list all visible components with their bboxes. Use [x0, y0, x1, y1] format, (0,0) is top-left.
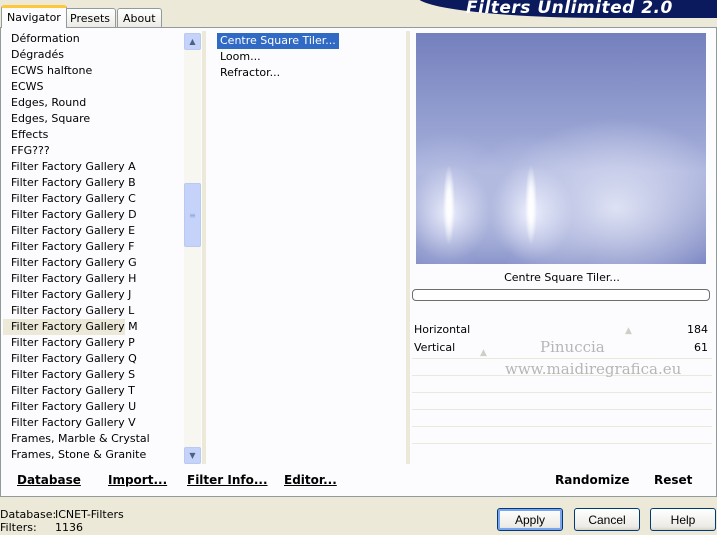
preview-image [416, 33, 706, 264]
list-item[interactable]: ECWS halftone [3, 63, 183, 79]
tab-presets[interactable]: Presets [64, 8, 117, 27]
list-item[interactable]: Filter Factory Gallery B [3, 175, 183, 191]
list-item[interactable]: Filter Factory Gallery E [3, 223, 183, 239]
param-row-empty [412, 409, 712, 425]
column-divider [406, 31, 410, 464]
list-item[interactable]: Edges, Round [3, 95, 183, 111]
list-item[interactable]: Filter Factory Gallery J [3, 287, 183, 303]
app-title: Filters Unlimited 2.0 [466, 0, 673, 18]
help-button[interactable]: Help [650, 508, 716, 531]
list-item[interactable]: Frames, Marble & Crystal [3, 431, 183, 447]
list-item[interactable]: Effects [3, 127, 183, 143]
filter-item-selected[interactable]: Centre Square Tiler... [217, 33, 339, 49]
list-item[interactable]: FFG??? [3, 143, 183, 159]
database-label: Database: [0, 508, 57, 521]
filters-count-label: Filters: [0, 521, 37, 534]
list-item[interactable]: Filter Factory Gallery L [3, 303, 183, 319]
progress-bar [412, 289, 710, 301]
watermark-name: Pinuccia [540, 338, 605, 356]
list-item[interactable]: Edges, Square [3, 111, 183, 127]
apply-button[interactable]: Apply [497, 508, 563, 531]
chevron-down-icon: ▼ [189, 451, 196, 460]
list-item[interactable]: Filter Factory Gallery Q [3, 351, 183, 367]
randomize-button[interactable]: Randomize [555, 473, 629, 487]
scroll-thumb[interactable]: ≡ [184, 183, 201, 247]
list-item[interactable]: Filter Factory Gallery V [3, 415, 183, 431]
param-row-empty [412, 443, 712, 459]
list-item[interactable]: Filter Factory Gallery T [3, 383, 183, 399]
preview-label: Centre Square Tiler... [504, 271, 620, 284]
param-label: Vertical [414, 341, 456, 354]
tab-navigator[interactable]: Navigator [1, 5, 67, 28]
filters-count-value: 1136 [55, 521, 83, 534]
database-button[interactable]: Database [17, 473, 81, 487]
list-item[interactable]: Filter Factory Gallery P [3, 335, 183, 351]
list-item[interactable]: Filter Factory Gallery C [3, 191, 183, 207]
import-button[interactable]: Import... [108, 473, 167, 487]
list-item[interactable]: Déformation [3, 31, 183, 47]
category-list[interactable]: Déformation Dégradés ECWS halftone ECWS … [3, 31, 183, 464]
editor-button[interactable]: Editor... [284, 473, 337, 487]
tab-about[interactable]: About [117, 8, 162, 27]
param-value: 184 [687, 323, 708, 336]
param-row-empty [412, 392, 712, 408]
list-item[interactable]: Filter Factory Gallery S [3, 367, 183, 383]
watermark-url: www.maidiregrafica.eu [505, 360, 682, 378]
param-row-empty [412, 426, 712, 442]
cancel-button[interactable]: Cancel [574, 508, 640, 531]
reset-button[interactable]: Reset [654, 473, 692, 487]
list-item[interactable]: Filter Factory Gallery U [3, 399, 183, 415]
category-scrollbar[interactable]: ▲ ≡ ▼ [184, 33, 201, 464]
list-item[interactable]: ECWS [3, 79, 183, 95]
list-item[interactable]: Frames, Stone & Granite [3, 447, 183, 463]
list-item[interactable]: Filter Factory Gallery F [3, 239, 183, 255]
list-item[interactable]: Dégradés [3, 47, 183, 63]
list-item-selected[interactable]: Filter Factory Gallery M [3, 319, 138, 335]
list-item[interactable]: Filter Factory Gallery A [3, 159, 183, 175]
slider-thumb-icon[interactable]: ▲ [625, 323, 632, 340]
filter-list[interactable]: Centre Square Tiler... Loom... Refractor… [217, 33, 407, 81]
param-horizontal[interactable]: Horizontal ▲ 184 [412, 321, 712, 338]
filter-item[interactable]: Loom... [217, 49, 264, 65]
filter-item[interactable]: Refractor... [217, 65, 283, 81]
param-label: Horizontal [414, 323, 471, 336]
list-item[interactable]: Filter Factory Gallery D [3, 207, 183, 223]
list-item[interactable]: Filter Factory Gallery G [3, 255, 183, 271]
param-value: 61 [694, 341, 708, 354]
list-item[interactable]: Filter Factory Gallery H [3, 271, 183, 287]
database-value: ICNET-Filters [55, 508, 124, 521]
scroll-up-button[interactable]: ▲ [184, 33, 201, 50]
column-divider [202, 31, 206, 464]
scroll-down-button[interactable]: ▼ [184, 447, 201, 464]
grip-icon: ≡ [189, 210, 196, 220]
chevron-up-icon: ▲ [189, 37, 196, 46]
filter-info-button[interactable]: Filter Info... [187, 473, 268, 487]
